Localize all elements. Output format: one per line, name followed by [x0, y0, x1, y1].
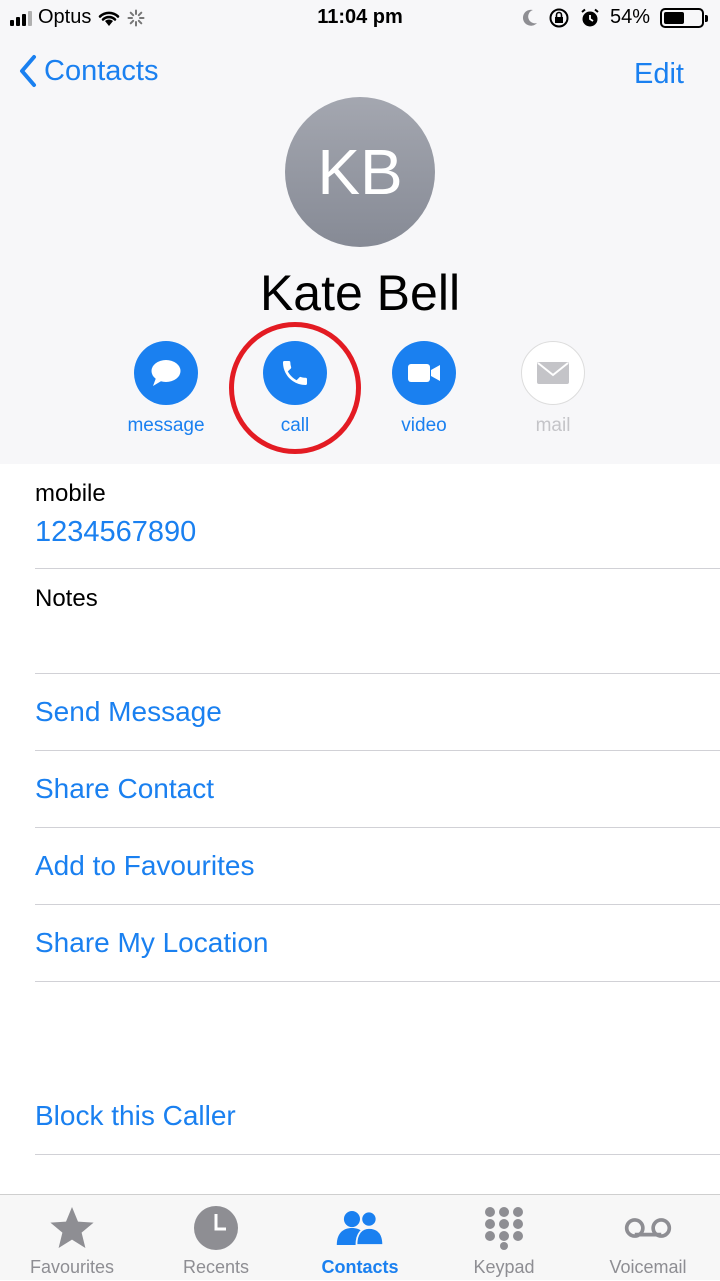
star-icon — [50, 1207, 94, 1248]
tab-bar: Favourites Recents Contacts Keypad Voice… — [0, 1194, 720, 1280]
contact-header: Optus 11:04 pm 54% Contacts Edit KB Kate… — [0, 0, 720, 464]
status-bar: Optus 11:04 pm 54% — [0, 0, 720, 36]
notes-label: Notes — [35, 585, 98, 612]
rotation-lock-icon — [549, 8, 569, 27]
tab-keypad-label: Keypad — [473, 1257, 535, 1277]
tab-contacts[interactable]: Contacts — [288, 1195, 432, 1281]
tab-voicemail[interactable]: Voicemail — [576, 1195, 720, 1281]
tab-contacts-label: Contacts — [321, 1257, 399, 1277]
video-camera-icon — [408, 364, 440, 382]
tab-keypad[interactable]: Keypad — [432, 1195, 576, 1281]
video-label: video — [401, 415, 447, 436]
message-button[interactable] — [134, 341, 198, 405]
battery-percent: 54% — [609, 6, 650, 28]
divider — [35, 981, 720, 982]
call-label: call — [280, 415, 310, 436]
tab-recents[interactable]: Recents — [144, 1195, 288, 1281]
back-label: Contacts — [44, 54, 159, 87]
share-location-link[interactable]: Share My Location — [35, 927, 268, 959]
divider — [35, 750, 720, 751]
send-message-link[interactable]: Send Message — [35, 696, 222, 728]
message-bubble-icon — [151, 360, 181, 386]
tab-favourites-label: Favourites — [29, 1257, 115, 1277]
mobile-number[interactable]: 1234567890 — [35, 516, 196, 549]
chevron-left-icon — [20, 55, 36, 87]
keypad-icon — [485, 1207, 523, 1250]
alarm-icon — [581, 8, 599, 26]
mobile-label: mobile — [35, 480, 106, 507]
divider — [35, 904, 720, 905]
back-button[interactable]: Contacts — [18, 54, 158, 88]
block-caller-link[interactable]: Block this Caller — [35, 1100, 236, 1132]
envelope-icon — [537, 362, 569, 384]
divider — [35, 673, 720, 674]
divider — [35, 568, 720, 569]
mail-button[interactable] — [521, 341, 585, 405]
voicemail-icon — [624, 1218, 672, 1238]
clock-icon — [194, 1206, 238, 1250]
tab-recents-label: Recents — [182, 1257, 250, 1277]
call-action[interactable]: call — [230, 341, 360, 437]
tab-favourites[interactable]: Favourites — [0, 1195, 144, 1281]
message-label: message — [127, 415, 205, 436]
status-right: 54% — [522, 6, 708, 29]
message-action[interactable]: message — [101, 341, 231, 437]
call-button[interactable] — [263, 341, 327, 405]
divider — [35, 1154, 720, 1155]
divider — [35, 827, 720, 828]
moon-icon — [522, 9, 537, 26]
video-action[interactable]: video — [359, 341, 489, 437]
edit-button[interactable]: Edit — [634, 58, 684, 91]
mail-action[interactable]: mail — [488, 341, 618, 437]
contacts-people-icon — [336, 1210, 385, 1246]
share-contact-link[interactable]: Share Contact — [35, 773, 214, 805]
tab-voicemail-label: Voicemail — [609, 1257, 687, 1277]
phone-icon — [283, 361, 307, 385]
avatar: KB — [285, 97, 435, 247]
add-to-favourites-link[interactable]: Add to Favourites — [35, 850, 254, 882]
mail-label: mail — [535, 415, 571, 436]
contact-name: Kate Bell — [259, 265, 461, 321]
battery-icon — [660, 7, 708, 28]
video-button[interactable] — [392, 341, 456, 405]
